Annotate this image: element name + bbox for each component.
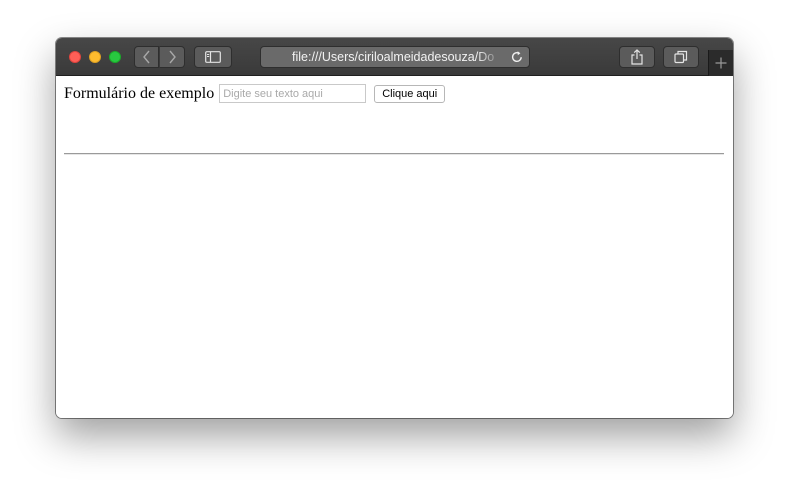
back-button[interactable]	[134, 46, 159, 68]
forward-button[interactable]	[159, 46, 185, 68]
sidebar-icon	[205, 51, 221, 63]
tabs-overview-icon	[674, 50, 688, 64]
form-title: Formulário de exemplo	[64, 84, 215, 102]
address-bar[interactable]: file:///Users/ciriloalmeidadesouza/Do	[260, 46, 530, 68]
maximize-window-button[interactable]	[109, 51, 121, 63]
minimize-window-button[interactable]	[89, 51, 101, 63]
toolbar: file:///Users/ciriloalmeidadesouza/Do	[56, 38, 733, 76]
horizontal-rule	[64, 153, 724, 155]
text-input[interactable]	[219, 84, 367, 103]
browser-window: file:///Users/ciriloalmeidadesouza/Do Fo…	[56, 38, 733, 418]
share-icon	[631, 49, 643, 65]
chevron-right-icon	[169, 50, 176, 64]
submit-button[interactable]: Clique aqui	[374, 84, 446, 103]
share-button[interactable]	[619, 46, 655, 68]
tabs-overview-button[interactable]	[663, 46, 699, 68]
chevron-left-icon	[142, 50, 150, 64]
close-window-button[interactable]	[69, 51, 81, 63]
page-content: Formulário de exemplo Clique aqui	[56, 76, 733, 418]
example-form: Formulário de exemplo Clique aqui	[64, 84, 446, 103]
address-text[interactable]: file:///Users/ciriloalmeidadesouza/Do	[292, 50, 502, 64]
reload-icon[interactable]	[510, 50, 524, 64]
new-tab-button[interactable]	[708, 50, 733, 76]
sidebar-toggle-button[interactable]	[194, 46, 232, 68]
plus-icon	[715, 57, 727, 69]
